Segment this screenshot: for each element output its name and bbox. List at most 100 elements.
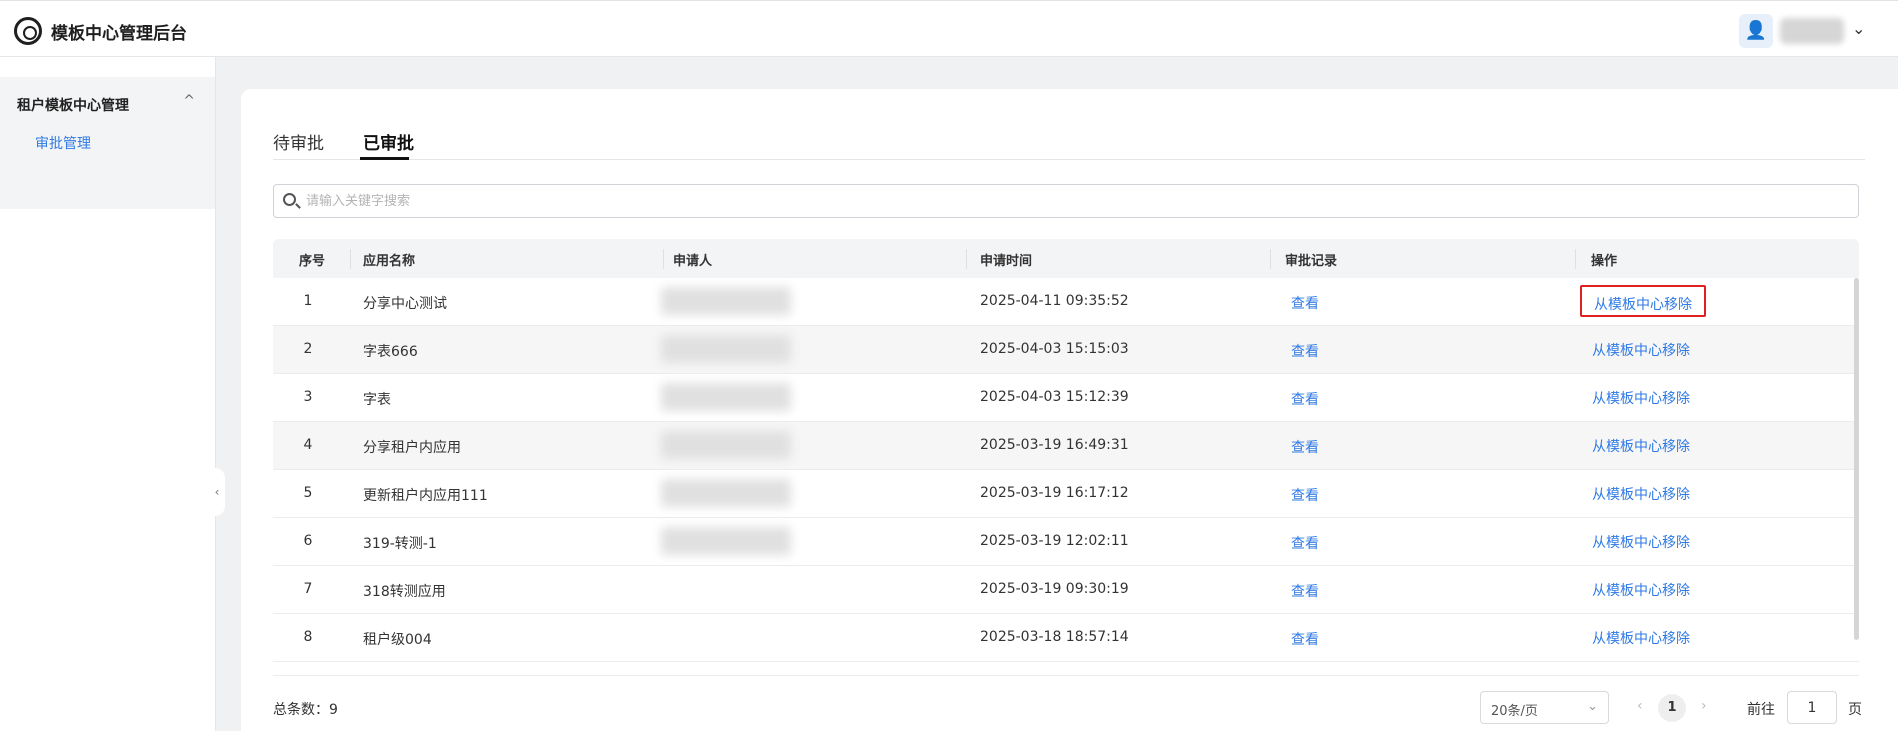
search-icon (283, 193, 296, 206)
logo-icon (14, 17, 42, 45)
remove-from-template-center-button[interactable]: 从模板中心移除 (1580, 285, 1706, 317)
row-index: 6 (303, 533, 313, 549)
remove-from-template-center-button[interactable]: 从模板中心移除 (1580, 429, 1702, 461)
sidebar-item-approval[interactable]: 审批管理 (35, 133, 91, 153)
row-app-name: 分享中心测试 (363, 296, 447, 312)
row-time: 2025-03-19 16:49:31 (980, 437, 1129, 453)
row-time: 2025-03-19 12:02:11 (980, 533, 1129, 549)
row-index: 3 (303, 389, 313, 405)
remove-from-template-center-button[interactable]: 从模板中心移除 (1580, 621, 1702, 653)
column-divider (1270, 249, 1271, 269)
total-label: 总条数： (273, 702, 329, 718)
chevron-up-icon[interactable]: ^ (183, 93, 195, 109)
column-divider (1575, 249, 1576, 269)
chevron-down-icon[interactable]: ⌄ (1852, 19, 1865, 38)
page-number-current[interactable]: 1 (1658, 694, 1686, 722)
view-record-link[interactable]: 查看 (1291, 629, 1319, 649)
view-record-link[interactable]: 查看 (1291, 533, 1319, 553)
user-icon[interactable]: 👤 (1739, 14, 1773, 48)
column-divider (350, 249, 351, 269)
row-app-name: 318转测应用 (363, 584, 446, 600)
search-box (273, 184, 1859, 218)
col-app-name: 应用名称 (363, 254, 416, 269)
view-record-link[interactable]: 查看 (1291, 437, 1319, 457)
col-record: 审批记录 (1285, 254, 1338, 269)
row-time: 2025-04-11 09:35:52 (980, 293, 1129, 309)
table-body: 1 分享中心测试 2025-04-11 09:35:52 查看 从模板中心移除 … (273, 278, 1859, 676)
row-index: 4 (303, 437, 313, 453)
total-value: 9 (329, 702, 338, 718)
remove-from-template-center-button[interactable]: 从模板中心移除 (1580, 381, 1702, 413)
sidebar-group: 租户模板中心管理 ^ 审批管理 (0, 77, 215, 209)
row-time: 2025-03-19 09:30:19 (980, 581, 1129, 597)
remove-link-label: 从模板中心移除 (1592, 535, 1690, 551)
chevron-down-icon: ⌄ (1587, 699, 1598, 714)
goto-suffix: 页 (1848, 702, 1862, 718)
view-record-link[interactable]: 查看 (1291, 293, 1319, 313)
tab-pending[interactable]: 待审批 (273, 129, 324, 154)
column-divider (663, 249, 664, 269)
remove-from-template-center-button[interactable]: 从模板中心移除 (1580, 333, 1702, 365)
goto-page-input[interactable] (1787, 691, 1837, 724)
row-app-name: 字表666 (363, 344, 418, 360)
table-row: 3 字表 2025-04-03 15:12:39 查看 从模板中心移除 (273, 374, 1859, 422)
table-row: 8 租户级004 2025-03-18 18:57:14 查看 从模板中心移除 (273, 614, 1859, 662)
remove-link-label: 从模板中心移除 (1592, 439, 1690, 455)
sidebar-group-label[interactable]: 租户模板中心管理 (17, 95, 129, 115)
row-time: 2025-03-18 18:57:14 (980, 629, 1129, 645)
remove-link-label: 从模板中心移除 (1592, 631, 1690, 647)
page-size-value: 20条/页 (1491, 704, 1538, 719)
row-index: 1 (303, 293, 313, 309)
sidebar-collapse-button[interactable]: ‹ (209, 468, 225, 516)
row-app-name: 字表 (363, 392, 391, 408)
view-record-link[interactable]: 查看 (1291, 485, 1319, 505)
col-applicant: 申请人 (673, 254, 713, 269)
table-row: 2 字表666 2025-04-03 15:15:03 查看 从模板中心移除 (273, 326, 1859, 374)
row-time: 2025-04-03 15:12:39 (980, 389, 1129, 405)
main-panel: 待审批 已审批 序号 应用名称 申请人 申请时间 审批记录 操作 1 分享中心测… (241, 89, 1898, 731)
sidebar: 租户模板中心管理 ^ 审批管理 (0, 57, 216, 731)
row-index: 2 (303, 341, 313, 357)
table-scrollbar[interactable] (1854, 278, 1859, 640)
row-index: 5 (303, 485, 313, 501)
row-app-name: 租户级004 (363, 632, 432, 648)
row-applicant-redacted (661, 431, 791, 459)
table-row: 5 更新租户内应用111 2025-03-19 16:17:12 查看 从模板中… (273, 470, 1859, 518)
row-index: 7 (303, 581, 313, 597)
view-record-link[interactable]: 查看 (1291, 389, 1319, 409)
page-size-select[interactable]: 20条/页 ⌄ (1480, 691, 1609, 724)
next-page-icon[interactable]: › (1701, 698, 1707, 714)
remove-from-template-center-button[interactable]: 从模板中心移除 (1580, 477, 1702, 509)
row-app-name: 更新租户内应用111 (363, 488, 488, 504)
row-applicant-redacted (661, 335, 791, 363)
row-applicant-redacted (661, 383, 791, 411)
column-divider (966, 249, 967, 269)
table-header: 序号 应用名称 申请人 申请时间 审批记录 操作 (273, 239, 1859, 278)
goto-label: 前往 (1747, 702, 1775, 718)
remove-from-template-center-button[interactable]: 从模板中心移除 (1580, 525, 1702, 557)
view-record-link[interactable]: 查看 (1291, 341, 1319, 361)
top-bar: 模板中心管理后台 👤 ⌄ (0, 0, 1898, 57)
col-actions: 操作 (1591, 254, 1618, 269)
active-tab-indicator (360, 157, 409, 160)
row-app-name: 分享租户内应用 (363, 440, 461, 456)
pagination-bar: 总条数：9 20条/页 ⌄ ‹ 1 › 前往 页 (273, 691, 1862, 725)
approval-table: 序号 应用名称 申请人 申请时间 审批记录 操作 1 分享中心测试 2025-0… (273, 239, 1859, 676)
search-input[interactable] (306, 185, 1806, 217)
remove-from-template-center-button[interactable]: 从模板中心移除 (1580, 573, 1702, 605)
col-index: 序号 (299, 254, 326, 269)
remove-link-label: 从模板中心移除 (1592, 487, 1690, 503)
table-row-partial (273, 662, 1859, 676)
prev-page-icon[interactable]: ‹ (1637, 698, 1643, 714)
row-index: 8 (303, 629, 313, 645)
user-name-blurred[interactable] (1780, 18, 1844, 44)
app-title: 模板中心管理后台 (51, 24, 187, 44)
remove-link-label: 从模板中心移除 (1594, 297, 1692, 313)
row-time: 2025-04-03 15:15:03 (980, 341, 1129, 357)
total-count: 总条数：9 (273, 699, 338, 719)
remove-link-label: 从模板中心移除 (1592, 391, 1690, 407)
col-time: 申请时间 (980, 254, 1033, 269)
remove-link-label: 从模板中心移除 (1592, 343, 1690, 359)
tab-approved[interactable]: 已审批 (363, 129, 414, 154)
view-record-link[interactable]: 查看 (1291, 581, 1319, 601)
